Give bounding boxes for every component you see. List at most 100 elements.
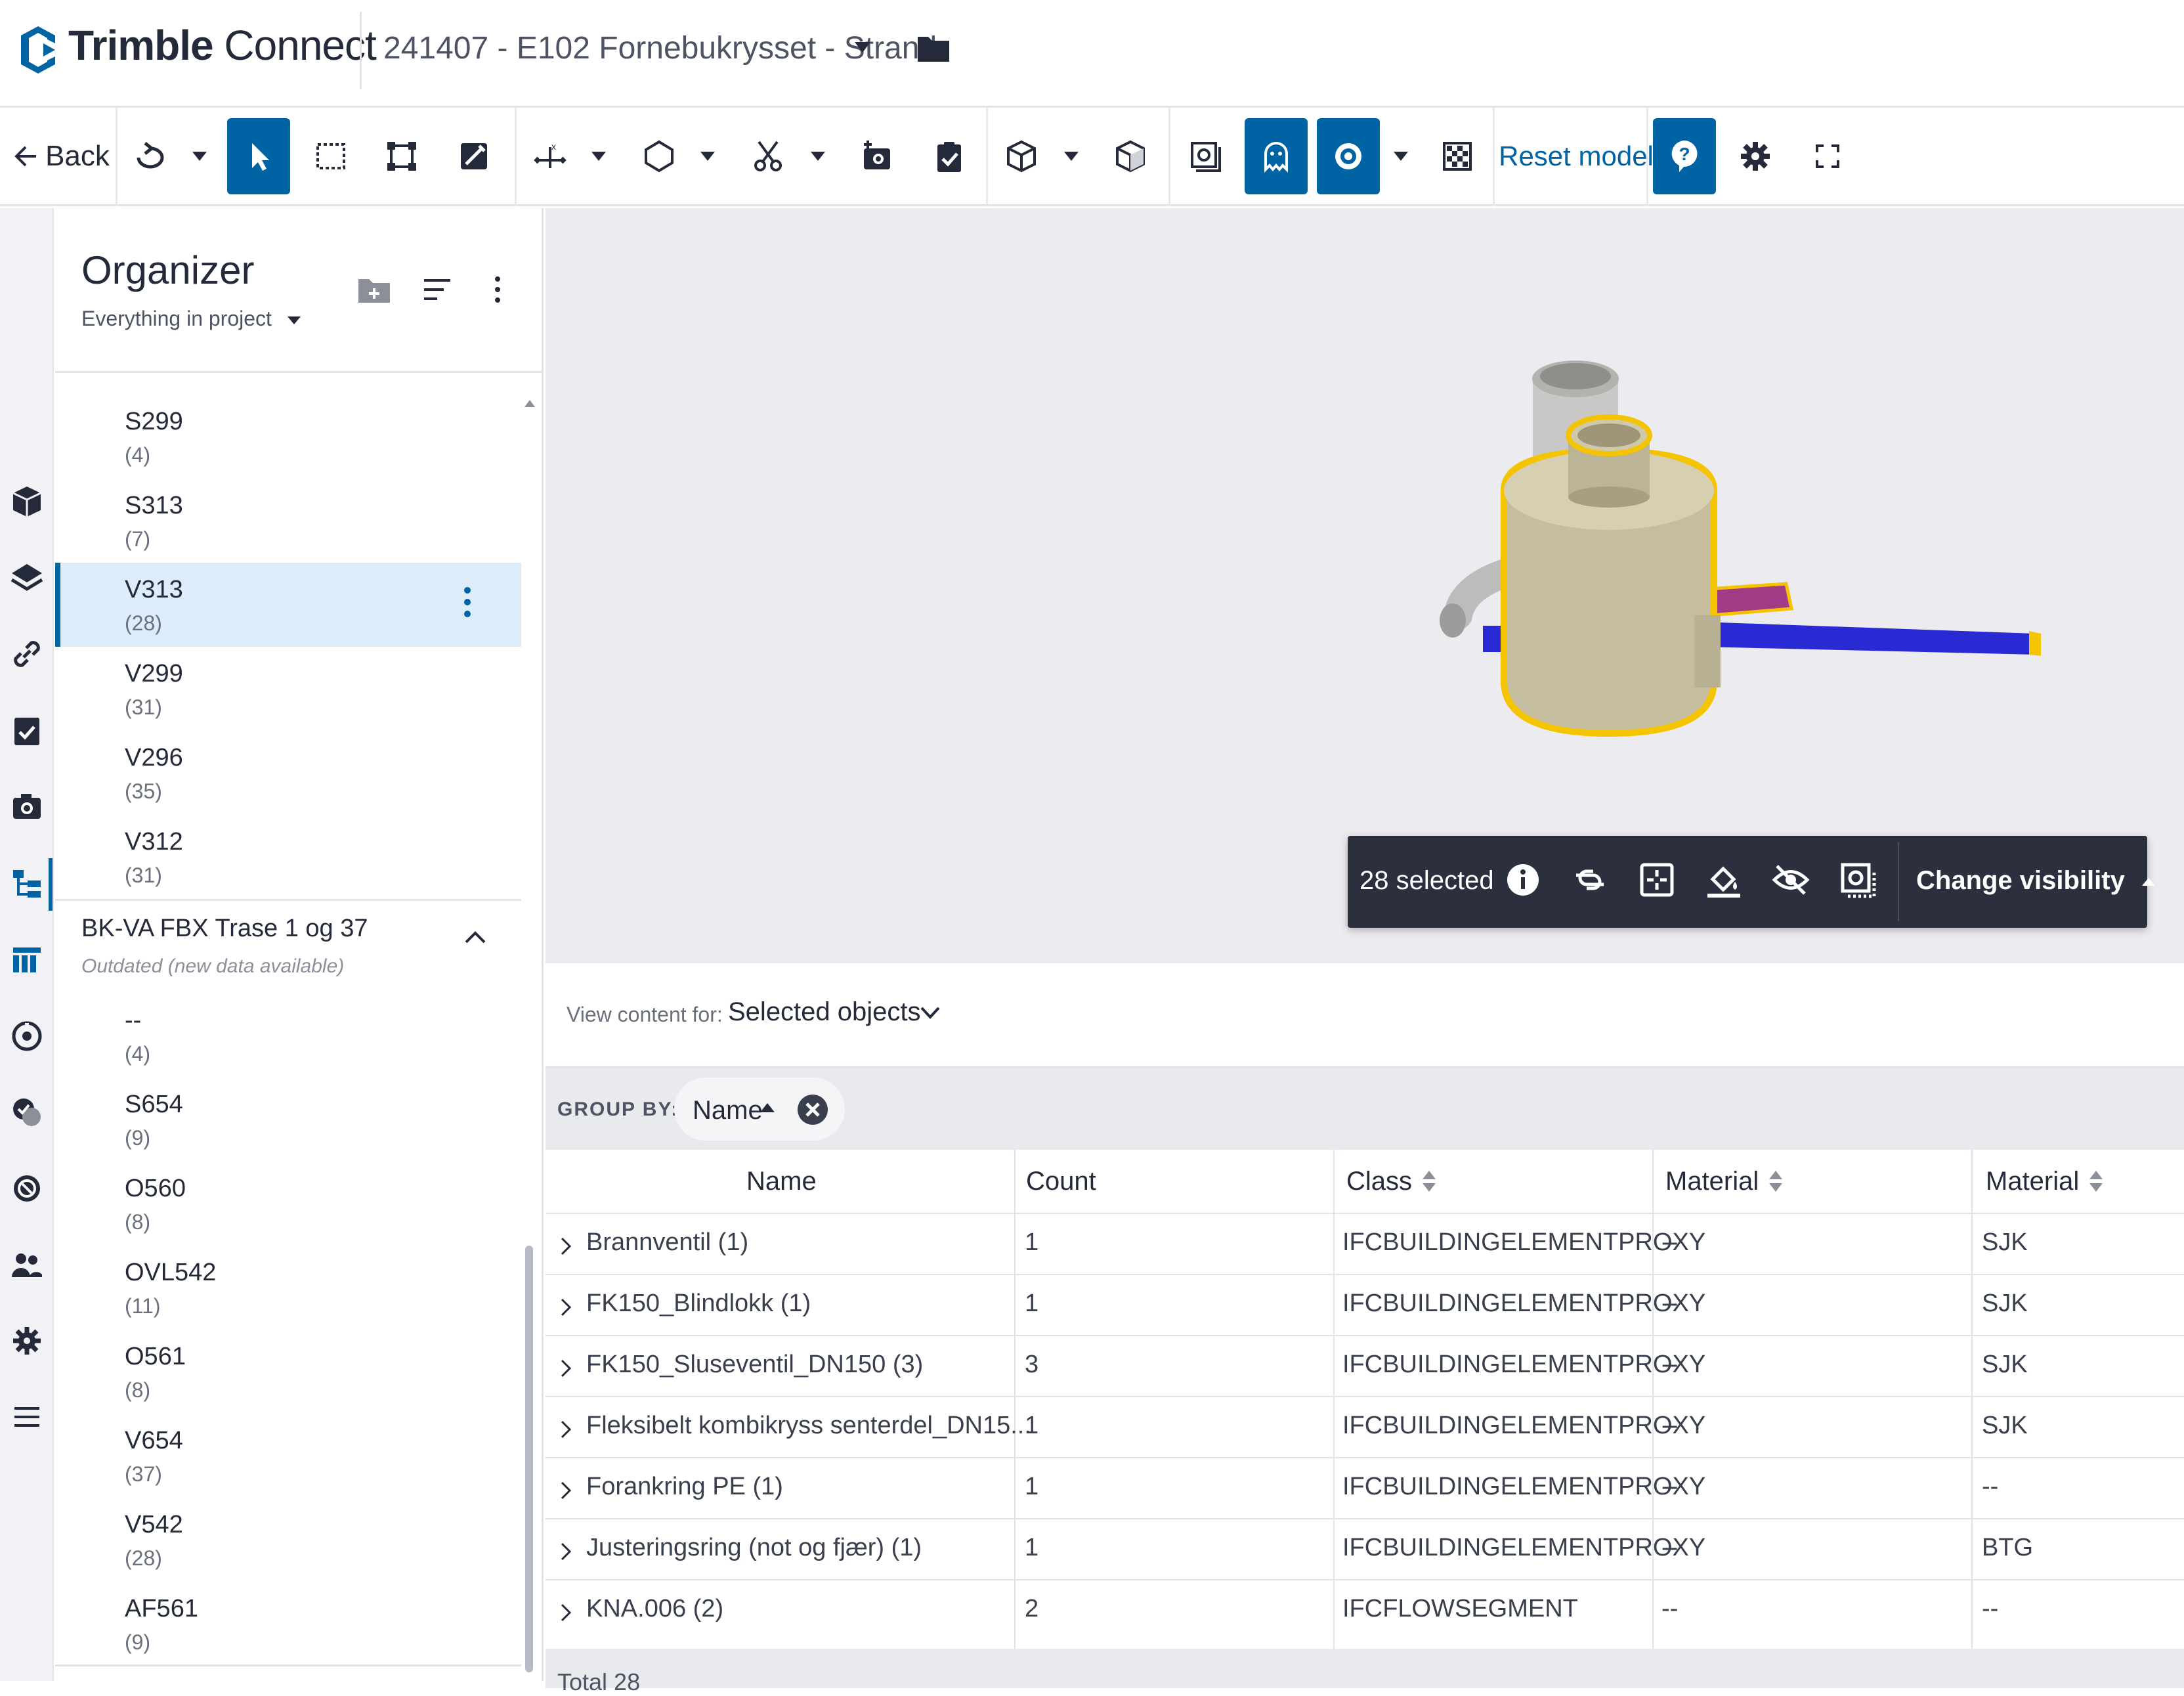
- hide-eye-icon[interactable]: [1770, 859, 1811, 900]
- shape-dropdown[interactable]: [695, 118, 721, 194]
- project-settings-icon[interactable]: [9, 1323, 45, 1359]
- tree-item[interactable]: S654 (9): [55, 1077, 521, 1162]
- users-icon[interactable]: [9, 1247, 45, 1282]
- column-header-class[interactable]: Class: [1346, 1150, 1438, 1213]
- table-row[interactable]: Brannventil (1) 1 IFCBUILDINGELEMENTPROX…: [546, 1213, 2184, 1274]
- tree-item[interactable]: V296 (35): [55, 731, 521, 815]
- model-viewer[interactable]: 28 selected Change visibility: [546, 208, 2184, 963]
- paint-bucket-icon[interactable]: [1703, 859, 1744, 900]
- add-todo-button[interactable]: [919, 118, 979, 194]
- column-header-material-2[interactable]: Material: [1986, 1150, 2105, 1213]
- views-camera-icon[interactable]: [9, 789, 45, 824]
- more-options-icon[interactable]: [479, 271, 516, 308]
- clip-dropdown[interactable]: [805, 118, 831, 194]
- view-cube-button[interactable]: [1100, 118, 1161, 194]
- clash-icon[interactable]: [9, 1018, 45, 1054]
- reset-model-button[interactable]: Reset model: [1499, 118, 1654, 194]
- project-dropdown-icon[interactable]: [853, 41, 872, 54]
- tree-item[interactable]: -- (4): [55, 993, 521, 1077]
- chevron-down-icon[interactable]: [920, 1005, 941, 1020]
- settings-button[interactable]: [1725, 118, 1786, 194]
- chevron-right-icon[interactable]: [560, 1297, 572, 1317]
- tree-item[interactable]: O560 (8): [55, 1162, 521, 1246]
- table-row[interactable]: Fleksibelt kombikryss senterdel_DN15... …: [546, 1396, 2184, 1457]
- todo-icon[interactable]: [9, 712, 45, 748]
- item-more-icon[interactable]: [461, 582, 474, 622]
- sort-ascending-icon[interactable]: [760, 1102, 775, 1113]
- link-icon[interactable]: [9, 636, 45, 672]
- orbit-dropdown[interactable]: [185, 118, 214, 194]
- tree-item[interactable]: S313 (7): [55, 479, 521, 563]
- table-row[interactable]: FK150_Blindlokk (1) 1 IFCBUILDINGELEMENT…: [546, 1274, 2184, 1335]
- group-title[interactable]: BK-VA FBX Trase 1 og 37: [81, 915, 368, 943]
- tree-item-selected[interactable]: V313 (28): [55, 563, 521, 647]
- chevron-right-icon[interactable]: [560, 1603, 572, 1622]
- add-folder-icon[interactable]: [356, 271, 393, 308]
- tree-item[interactable]: O561 (8): [55, 1330, 521, 1414]
- ghost-mode-button[interactable]: [1245, 118, 1308, 194]
- scope-selector[interactable]: Everything in project: [81, 307, 301, 331]
- change-visibility-button[interactable]: Change visibility: [1916, 866, 2156, 896]
- markup-button[interactable]: [444, 118, 504, 194]
- projection-dropdown[interactable]: [1058, 118, 1084, 194]
- clip-button[interactable]: [740, 118, 796, 194]
- release-icon[interactable]: [9, 1095, 45, 1130]
- link-objects-icon[interactable]: [1570, 859, 1610, 900]
- info-icon[interactable]: [1503, 859, 1543, 900]
- chevron-right-icon[interactable]: [560, 1481, 572, 1500]
- table-row[interactable]: KNA.006 (2) 2 IFCFLOWSEGMENT -- --: [546, 1579, 2184, 1640]
- projection-button[interactable]: [994, 118, 1049, 194]
- fit-to-view-icon[interactable]: [1637, 859, 1677, 900]
- visibility-mode-button[interactable]: [1317, 118, 1380, 194]
- help-button[interactable]: ?: [1653, 118, 1716, 194]
- visibility-dropdown[interactable]: [1388, 118, 1414, 194]
- scrollbar-thumb[interactable]: [525, 1246, 533, 1672]
- tree-item[interactable]: V299 (31): [55, 647, 521, 731]
- tree-item[interactable]: OVL542 (11): [55, 1246, 521, 1330]
- chevron-right-icon[interactable]: [560, 1236, 572, 1256]
- column-header-material[interactable]: Material: [1665, 1150, 1785, 1213]
- group-by-chip[interactable]: Name: [674, 1077, 845, 1141]
- tree-item[interactable]: V312 (31): [55, 815, 521, 899]
- render-mode-button[interactable]: [1175, 118, 1235, 194]
- view-content-select[interactable]: Selected objects: [728, 997, 921, 1027]
- table-row[interactable]: Forankring PE (1) 1 IFCBUILDINGELEMENTPR…: [546, 1457, 2184, 1518]
- chevron-right-icon[interactable]: [560, 1420, 572, 1439]
- column-header-name[interactable]: Name: [746, 1150, 817, 1213]
- tree-item[interactable]: V542 (28): [55, 1498, 521, 1582]
- 3d-model-valve[interactable]: [1419, 339, 2075, 799]
- box-select-button[interactable]: [301, 118, 361, 194]
- layers-icon[interactable]: [9, 560, 45, 596]
- table-row[interactable]: Justeringsring (not og fjær) (1) 1 IFCBU…: [546, 1518, 2184, 1579]
- measure-button[interactable]: x: [523, 118, 578, 194]
- isolate-icon[interactable]: [1837, 859, 1878, 900]
- folder-icon[interactable]: [916, 33, 951, 63]
- remove-chip-icon[interactable]: [796, 1093, 829, 1126]
- tree-item[interactable]: V654 (37): [55, 1414, 521, 1498]
- transparency-button[interactable]: [1430, 118, 1485, 194]
- column-header-count[interactable]: Count: [1026, 1150, 1096, 1213]
- scroll-up-icon[interactable]: [524, 399, 536, 408]
- chevron-right-icon[interactable]: [560, 1359, 572, 1378]
- gear-icon: [1741, 142, 1770, 171]
- camera-plus-icon: [864, 141, 890, 169]
- menu-list-icon[interactable]: [9, 1399, 45, 1435]
- fullscreen-button[interactable]: [1797, 118, 1858, 194]
- organizer-icon[interactable]: [9, 866, 45, 902]
- chevron-up-icon[interactable]: [463, 929, 487, 945]
- select-tool-button[interactable]: [227, 118, 290, 194]
- sort-icon[interactable]: [419, 271, 456, 308]
- table-icon[interactable]: [9, 942, 45, 978]
- tree-item[interactable]: AF561 (9): [55, 1582, 521, 1666]
- shape-button[interactable]: [632, 118, 687, 194]
- measure-dropdown[interactable]: [586, 118, 612, 194]
- orbit-button[interactable]: [129, 118, 172, 194]
- chevron-right-icon[interactable]: [560, 1542, 572, 1561]
- sync-icon[interactable]: [9, 1171, 45, 1206]
- add-view-button[interactable]: [847, 118, 907, 194]
- table-row[interactable]: FK150_Sluseventil_DN150 (3) 3 IFCBUILDIN…: [546, 1335, 2184, 1396]
- tree-item[interactable]: S299 (4): [55, 395, 521, 479]
- back-button[interactable]: Back: [12, 118, 110, 194]
- section-box-button[interactable]: [372, 118, 432, 194]
- models-icon[interactable]: [9, 484, 45, 519]
